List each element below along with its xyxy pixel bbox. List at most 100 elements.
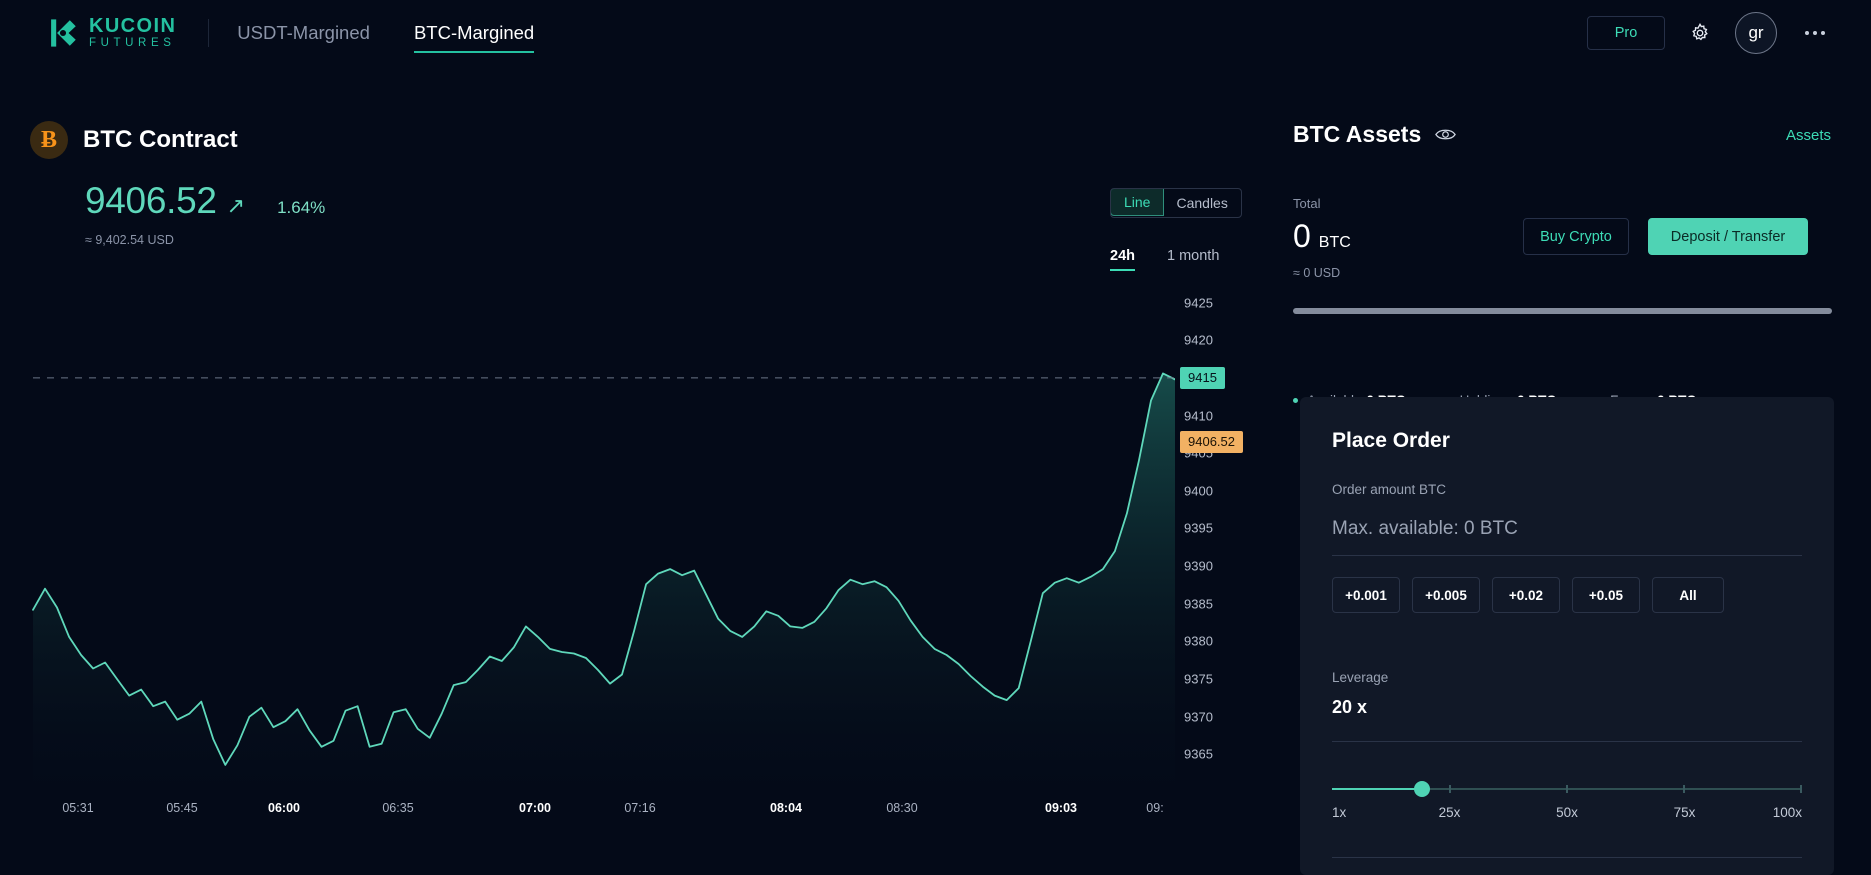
place-order-title: Place Order — [1332, 429, 1450, 452]
x-axis-tick: 06:35 — [382, 801, 414, 815]
quick-amount-all[interactable]: All — [1652, 577, 1724, 613]
x-axis-tick: 05:45 — [166, 801, 198, 815]
avatar[interactable]: gr — [1735, 12, 1777, 54]
deposit-transfer-button[interactable]: Deposit / Transfer — [1648, 218, 1808, 255]
assets-link[interactable]: Assets — [1786, 127, 1831, 144]
leverage-divider — [1332, 741, 1802, 742]
order-bottom-divider — [1332, 857, 1802, 858]
chart-type-toggle: Line Candles — [1110, 188, 1242, 218]
quick-amount-0005[interactable]: +0.005 — [1412, 577, 1480, 613]
slider-mark-75x — [1683, 785, 1685, 793]
leverage-tick-label: 75x — [1673, 805, 1696, 820]
x-axis-tick: 07:00 — [519, 801, 551, 815]
buy-crypto-button[interactable]: Buy Crypto — [1523, 218, 1629, 255]
y-axis-tick: 9385 — [1184, 596, 1213, 612]
chart-range-tabs: 24h 1 month — [1110, 248, 1219, 271]
main-content: Ƀ BTC Contract 9406.52 ↗ 1.64% ≈ 9,402.5… — [0, 66, 1279, 875]
page-title: BTC Contract — [83, 126, 238, 153]
price-usd-equivalent: ≈ 9,402.54 USD — [85, 233, 174, 247]
leverage-value: 20 x — [1332, 697, 1368, 717]
chart-type-candles[interactable]: Candles — [1163, 189, 1240, 217]
y-axis-tick: 9370 — [1184, 709, 1213, 725]
more-dots-icon[interactable] — [1799, 25, 1831, 41]
price-display: 9406.52 ↗ 1.64% — [85, 180, 325, 222]
contract-header: Ƀ BTC Contract — [30, 121, 238, 159]
eye-icon[interactable] — [1435, 127, 1457, 142]
legend-dot-icon — [1293, 398, 1298, 403]
order-amount-label: Order amount BTC — [1332, 482, 1447, 497]
tab-btc-margined[interactable]: BTC-Margined — [413, 0, 535, 66]
x-axis-tick: 09:03 — [1045, 801, 1077, 815]
y-axis-tick: 9390 — [1184, 558, 1213, 574]
bottom-section: Long/Short Ratio Rank My Earnings — [0, 861, 1279, 875]
y-axis-tick: 9380 — [1184, 633, 1213, 649]
x-axis-tick: 06:00 — [268, 801, 300, 815]
kucoin-logo-icon — [51, 19, 76, 47]
quick-amount-buttons: +0.001 +0.005 +0.02 +0.05 All — [1332, 577, 1724, 613]
slider-mark-25x — [1449, 785, 1451, 793]
chart-y-axis: 9425942094159410940594009395939093859380… — [1180, 280, 1275, 792]
last-price-tag: 9406.52 — [1180, 430, 1243, 453]
order-amount-input[interactable] — [1332, 512, 1802, 546]
x-axis-tick: 07:16 — [624, 801, 656, 815]
place-order-card: Place Order Order amount BTC +0.001 +0.0… — [1300, 397, 1834, 875]
leverage-tick-label: 25x — [1438, 805, 1461, 820]
y-axis-tick: 9365 — [1184, 746, 1213, 762]
asset-allocation-bar — [1293, 308, 1832, 314]
range-1-month[interactable]: 1 month — [1167, 248, 1219, 271]
total-balance: 0 BTC — [1293, 218, 1351, 255]
leverage-tick-label: 1x — [1332, 805, 1347, 820]
price-change-percent: 1.64% — [277, 198, 326, 217]
quick-amount-002[interactable]: +0.02 — [1492, 577, 1560, 613]
y-axis-tick: 9410 — [1184, 408, 1213, 424]
slider-mark-100x — [1800, 785, 1802, 793]
logo-subtitle: FUTURES — [89, 37, 176, 49]
order-divider — [1332, 555, 1802, 556]
tab-usdt-margined[interactable]: USDT-Margined — [237, 0, 370, 66]
price-chart[interactable] — [0, 280, 1175, 792]
gear-icon[interactable] — [1687, 20, 1713, 46]
logo-wordmark: KUCOIN — [89, 15, 177, 37]
y-axis-tick: 9400 — [1184, 483, 1213, 499]
leverage-tick-label: 100x — [1772, 805, 1802, 820]
kucoin-logo[interactable]: KUCOIN FUTURES — [46, 16, 176, 50]
last-price: 9406.52 — [85, 180, 217, 221]
assets-header: BTC Assets — [1293, 121, 1457, 148]
quick-amount-005[interactable]: +0.05 — [1572, 577, 1640, 613]
price-chart-svg — [32, 372, 1175, 792]
range-24h[interactable]: 24h — [1110, 248, 1135, 271]
kucoin-futures-app: KUCOIN FUTURES USDT-Margined BTC-Margine… — [0, 0, 1871, 875]
chart-x-axis: 05:31 05:45 06:00 06:35 07:00 07:16 08:04 08:30… — [0, 801, 1175, 827]
y-axis-tick: 9425 — [1184, 295, 1213, 311]
y-axis-tick: 9375 — [1184, 671, 1213, 687]
leverage-label: Leverage — [1332, 670, 1389, 685]
leverage-slider[interactable] — [1332, 779, 1802, 801]
current-price-tag: 9415 — [1180, 366, 1225, 389]
assets-title: BTC Assets — [1293, 121, 1422, 147]
top-navigation-bar: KUCOIN FUTURES USDT-Margined BTC-Margine… — [0, 0, 1871, 66]
nav-actions: Pro gr — [1587, 12, 1831, 54]
quick-amount-0001[interactable]: +0.001 — [1332, 577, 1400, 613]
nav-divider — [208, 19, 210, 47]
bitcoin-icon: Ƀ — [30, 121, 68, 159]
slider-mark-50x — [1566, 785, 1568, 793]
trend-up-arrow-icon: ↗ — [226, 193, 246, 218]
margin-mode-tabs: USDT-Margined BTC-Margined — [237, 0, 535, 66]
y-axis-tick: 9395 — [1184, 520, 1213, 536]
x-axis-tick: 08:04 — [770, 801, 802, 815]
pro-button[interactable]: Pro — [1587, 16, 1665, 50]
slider-thumb[interactable] — [1414, 781, 1431, 797]
leverage-tick-labels: 1x 25x 50x 75x 100x — [1332, 805, 1802, 825]
y-axis-tick: 9420 — [1184, 332, 1213, 348]
slider-fill — [1332, 788, 1423, 790]
chart-type-line[interactable]: Line — [1110, 189, 1165, 216]
x-axis-tick: 09: — [1146, 801, 1164, 815]
x-axis-tick: 08:30 — [886, 801, 918, 815]
x-axis-tick: 05:31 — [62, 801, 94, 815]
right-sidebar: BTC Assets Assets Total 0 BTC ≈ 0 USD Bu… — [1279, 66, 1871, 875]
total-value: 0 — [1293, 218, 1311, 254]
total-usd-equivalent: ≈ 0 USD — [1293, 266, 1341, 280]
total-unit: BTC — [1318, 234, 1351, 251]
leverage-tick-label: 50x — [1556, 805, 1578, 820]
total-label: Total — [1293, 196, 1321, 211]
